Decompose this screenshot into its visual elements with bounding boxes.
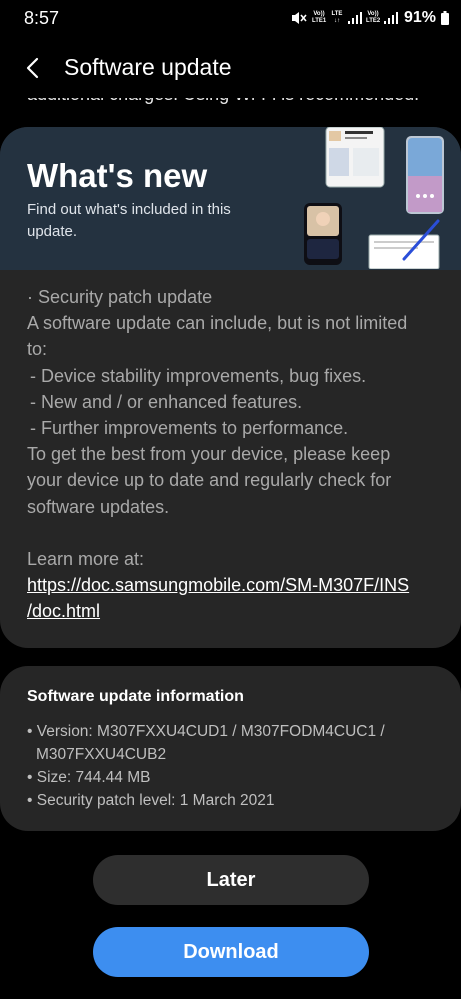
status-bar: 8:57 Vo)) LTE1 LTE ↓↑ Vo)) LTE2 91% bbox=[0, 0, 461, 36]
learn-more-link[interactable]: https://doc.samsungmobile.com/SM-M307F/I… bbox=[27, 572, 437, 624]
version-line: • Version: M307FXXU4CUD1 / M307FODM4CUC1… bbox=[27, 723, 385, 740]
whats-new-card: What's new Find out what's included in t… bbox=[0, 127, 461, 648]
whats-new-subtitle: Find out what's included in this update. bbox=[27, 201, 231, 240]
size-line: • Size: 744.44 MB bbox=[27, 769, 151, 786]
back-button[interactable] bbox=[12, 48, 52, 88]
lte-indicator: LTE ↓↑ bbox=[331, 11, 343, 24]
release-note-line: - Further improvements to performance. bbox=[30, 418, 349, 439]
release-notes: · Security patch update A software updat… bbox=[27, 284, 437, 624]
status-icons: Vo)) LTE1 LTE ↓↑ Vo)) LTE2 91% bbox=[290, 7, 449, 29]
update-info-list: • Version: M307FXXU4CUD1 / M307FODM4CUC1… bbox=[27, 720, 447, 812]
whats-new-banner: What's new Find out what's included in t… bbox=[0, 127, 461, 270]
version-line-continued: M307FXXU4CUB2 bbox=[36, 746, 167, 763]
release-note-line: to: bbox=[27, 339, 48, 360]
learn-more-link-line1[interactable]: https://doc.samsungmobile.com/SM-M307F/I… bbox=[27, 572, 437, 598]
back-arrow-icon bbox=[26, 57, 39, 79]
release-note-line: your device up to date and regularly che… bbox=[27, 470, 392, 491]
security-patch-line: • Security patch level: 1 March 2021 bbox=[27, 792, 275, 809]
battery-icon bbox=[441, 11, 449, 25]
release-note-line: - New and / or enhanced features. bbox=[30, 391, 303, 412]
battery-percent: 91% bbox=[403, 9, 436, 26]
release-note-line: To get the best from your device, please… bbox=[27, 444, 391, 465]
tablet-screen-illustration bbox=[325, 127, 385, 188]
foldable-phone-illustration bbox=[304, 203, 342, 265]
clock: 8:57 bbox=[24, 8, 60, 28]
learn-more-link-line2[interactable]: /doc.html bbox=[27, 598, 437, 624]
whats-new-title: What's new bbox=[27, 157, 208, 194]
phone-illustration bbox=[406, 136, 444, 214]
stylus-tablet-illustration bbox=[368, 219, 440, 269]
learn-more-label: Learn more at: bbox=[27, 548, 145, 569]
mute-icon bbox=[291, 12, 307, 24]
later-button[interactable]: Later bbox=[93, 855, 369, 905]
release-note-line: A software update can include, but is no… bbox=[27, 313, 408, 334]
download-button[interactable]: Download bbox=[93, 927, 369, 977]
signal-icon bbox=[347, 12, 362, 24]
page-title: Software update bbox=[64, 54, 232, 80]
release-note-line: · Security patch update bbox=[27, 287, 213, 307]
app-bar: Software update bbox=[0, 36, 461, 98]
update-info-card: Software update information • Version: M… bbox=[0, 666, 461, 831]
release-note-line: software updates. bbox=[27, 496, 170, 517]
release-note-line: - Device stability improvements, bug fix… bbox=[30, 365, 367, 386]
sim1-indicator: Vo)) LTE1 bbox=[311, 11, 327, 24]
update-info-title: Software update information bbox=[27, 688, 244, 705]
signal-icon bbox=[383, 12, 398, 24]
sim2-indicator: Vo)) LTE2 bbox=[365, 11, 381, 24]
